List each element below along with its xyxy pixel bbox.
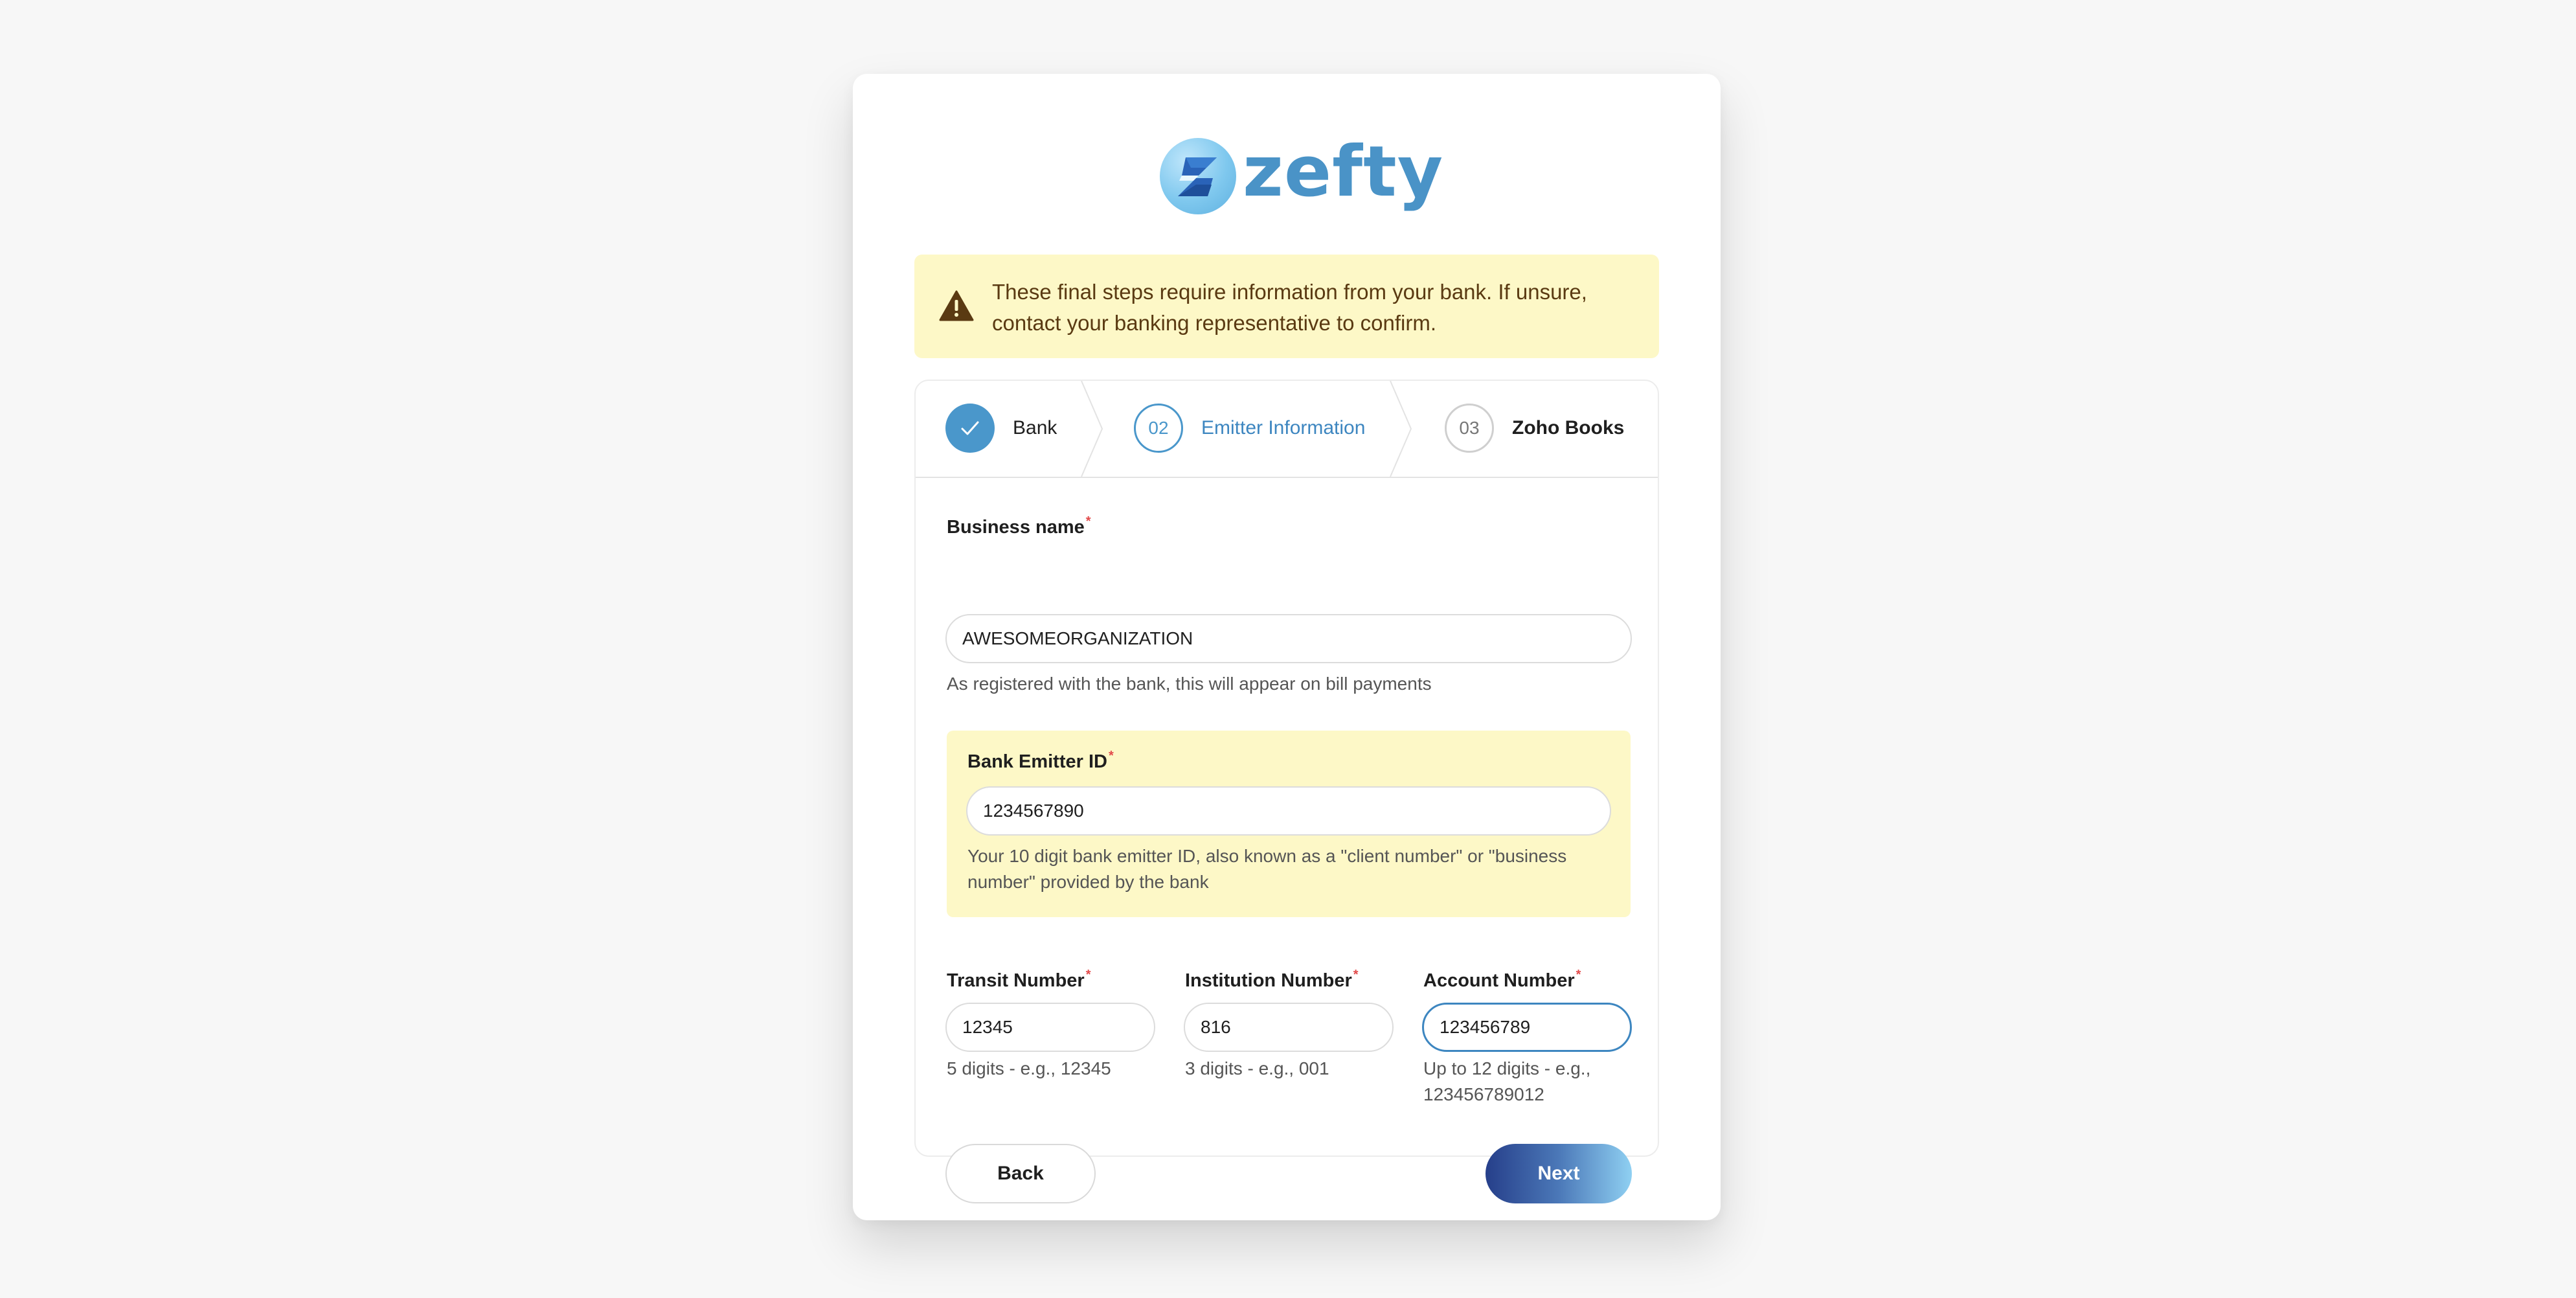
emitter-id-hint-line: Your 10 digit bank emitter ID, also know…	[967, 846, 1567, 866]
bank-info-notice: These final steps require information fr…	[914, 255, 1659, 358]
institution-number-label-text: Institution Number	[1185, 970, 1352, 991]
business-name-label: Business name *	[947, 514, 1091, 538]
account-number-input[interactable]	[1422, 1003, 1632, 1052]
notice-text: These final steps require information fr…	[992, 280, 1587, 335]
required-mark: *	[1085, 514, 1091, 529]
zefty-logo-wordmark: zefty	[1243, 131, 1444, 212]
business-name-input[interactable]	[945, 614, 1632, 663]
business-name-hint: As registered with the bank, this will a…	[947, 674, 1432, 694]
transit-number-label: Transit Number *	[947, 968, 1091, 992]
emitter-id-label-text: Bank Emitter ID	[967, 751, 1107, 772]
emitter-id-hint-line: number" provided by the bank	[967, 872, 1209, 892]
account-number-hint-line: Up to 12 digits - e.g.,	[1423, 1058, 1591, 1078]
check-icon	[945, 404, 995, 453]
zefty-logo: zefty	[1160, 136, 1443, 216]
account-number-label-text: Account Number	[1423, 970, 1575, 991]
institution-number-hint: 3 digits - e.g., 001	[1185, 1058, 1329, 1078]
zefty-logo-icon	[1160, 138, 1236, 214]
business-name-label-text: Business name	[947, 517, 1085, 538]
next-button[interactable]: Next	[1486, 1144, 1632, 1203]
account-number-label: Account Number *	[1423, 968, 1581, 992]
step-separator	[1081, 381, 1103, 477]
emitter-id-hint: Your 10 digit bank emitter ID, also know…	[967, 843, 1566, 895]
emitter-id-section: Bank Emitter ID* Your 10 digit bank emit…	[947, 731, 1631, 917]
institution-number-input[interactable]	[1184, 1003, 1394, 1052]
emitter-id-input[interactable]	[966, 786, 1611, 836]
step-label: Zoho Books	[1512, 417, 1625, 438]
required-mark: *	[1576, 968, 1581, 982]
step-emitter-information[interactable]: 02 Emitter Information	[1134, 381, 1365, 475]
required-mark: *	[1353, 968, 1359, 982]
emitter-id-label: Bank Emitter ID *	[967, 749, 1114, 773]
step-number: 03	[1445, 404, 1494, 453]
step-number: 02	[1134, 404, 1183, 453]
stepper: Bank 02 Emitter Information 03 Zoho Book…	[916, 381, 1658, 478]
form-panel: Bank 02 Emitter Information 03 Zoho Book…	[914, 380, 1659, 1203]
warning-icon	[939, 290, 974, 324]
transit-number-label-text: Transit Number	[947, 970, 1085, 991]
step-label: Bank	[1013, 417, 1057, 438]
transit-number-input[interactable]	[945, 1003, 1155, 1052]
step-label: Emitter Information	[1201, 417, 1366, 438]
step-zoho-books[interactable]: 03 Zoho Books	[1445, 381, 1624, 475]
step-separator	[1390, 381, 1412, 477]
transit-number-hint: 5 digits - e.g., 12345	[947, 1058, 1111, 1078]
back-button[interactable]: Back	[945, 1144, 1096, 1203]
account-number-hint: Up to 12 digits - e.g., 123456789012	[1423, 1056, 1590, 1108]
required-mark: *	[1108, 749, 1114, 763]
step-bank[interactable]: Bank	[945, 381, 1057, 475]
onboarding-card: zefty These final steps require informat…	[853, 74, 1721, 1220]
institution-number-label: Institution Number *	[1185, 968, 1359, 992]
required-mark: *	[1085, 968, 1091, 982]
account-number-hint-line: 123456789012	[1423, 1084, 1544, 1104]
